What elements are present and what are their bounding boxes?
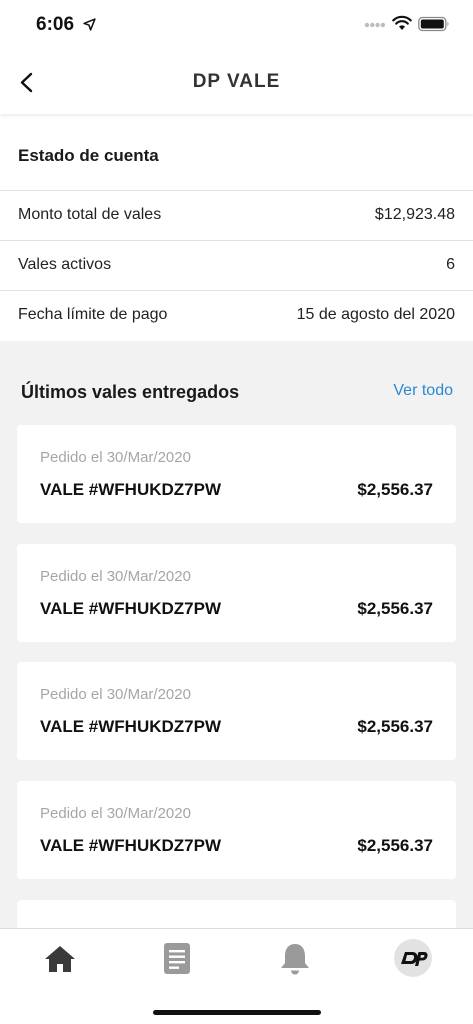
tab-notifications[interactable] (275, 941, 315, 977)
voucher-card[interactable]: Pedido el 30/Mar/2020 VALE #WFHUKDZ7PW $… (17, 544, 456, 642)
voucher-date: Pedido el 30/Mar/2020 (40, 568, 191, 585)
account-title: Estado de cuenta (18, 146, 159, 165)
account-row-label: Vales activos (18, 256, 112, 273)
voucher-amount: $2,556.37 (357, 836, 433, 855)
voucher-date: Pedido el 30/Mar/2020 (40, 686, 191, 703)
voucher-card[interactable]: Pedido el 30/Mar/2020 VALE #WFHUKDZ7PW $… (17, 662, 456, 760)
voucher-amount: $2,556.37 (357, 480, 433, 499)
account-row-label: Fecha límite de pago (18, 306, 168, 323)
account-summary: Estado de cuenta Monto total de vales $1… (0, 114, 473, 341)
voucher-code: VALE #WFHUKDZ7PW (40, 717, 222, 736)
account-row-total: Monto total de vales $12,923.48 (0, 190, 473, 240)
account-row-value: 15 de agosto del 2020 (296, 306, 455, 323)
battery-icon (418, 16, 449, 32)
voucher-code: VALE #WFHUKDZ7PW (40, 480, 222, 499)
section-title: Últimos vales entregados (21, 382, 240, 402)
account-row-active: Vales activos 6 (0, 240, 473, 290)
tab-bar (0, 928, 473, 1024)
voucher-card[interactable]: Pedido el 30/Mar/2020 VALE #WFHUKDZ7PW $… (17, 781, 456, 879)
voucher-date: Pedido el 30/Mar/2020 (40, 805, 191, 822)
home-icon (45, 946, 75, 972)
signal-dots-icon (364, 22, 386, 28)
account-row-due-date: Fecha límite de pago 15 de agosto del 20… (0, 290, 473, 340)
home-indicator (153, 1010, 321, 1015)
wifi-icon (392, 15, 412, 30)
page-title: DP VALE (192, 71, 281, 92)
voucher-code: VALE #WFHUKDZ7PW (40, 599, 222, 618)
nav-header: DP VALE (0, 52, 473, 114)
see-all-link[interactable]: Ver todo (393, 382, 453, 400)
status-time: 6:06 (36, 14, 75, 35)
account-row-value: 6 (446, 256, 455, 273)
account-row-value: $12,923.48 (374, 206, 455, 223)
voucher-date: Pedido el 30/Mar/2020 (40, 449, 191, 466)
tab-home[interactable] (40, 941, 80, 977)
document-icon (164, 943, 190, 974)
voucher-code: VALE #WFHUKDZ7PW (40, 836, 222, 855)
status-bar: 6:06 (0, 0, 473, 52)
location-arrow-icon (83, 18, 96, 31)
voucher-card[interactable]: Pedido el 30/Mar/2020 VALE #WFHUKDZ7PW $… (17, 425, 456, 523)
tab-documents[interactable] (157, 941, 197, 977)
account-row-label: Monto total de vales (18, 206, 162, 223)
tab-profile[interactable] (393, 938, 433, 978)
bell-icon (281, 944, 309, 975)
voucher-amount: $2,556.37 (357, 717, 433, 736)
dp-logo-icon (394, 939, 432, 977)
voucher-amount: $2,556.37 (357, 599, 433, 618)
